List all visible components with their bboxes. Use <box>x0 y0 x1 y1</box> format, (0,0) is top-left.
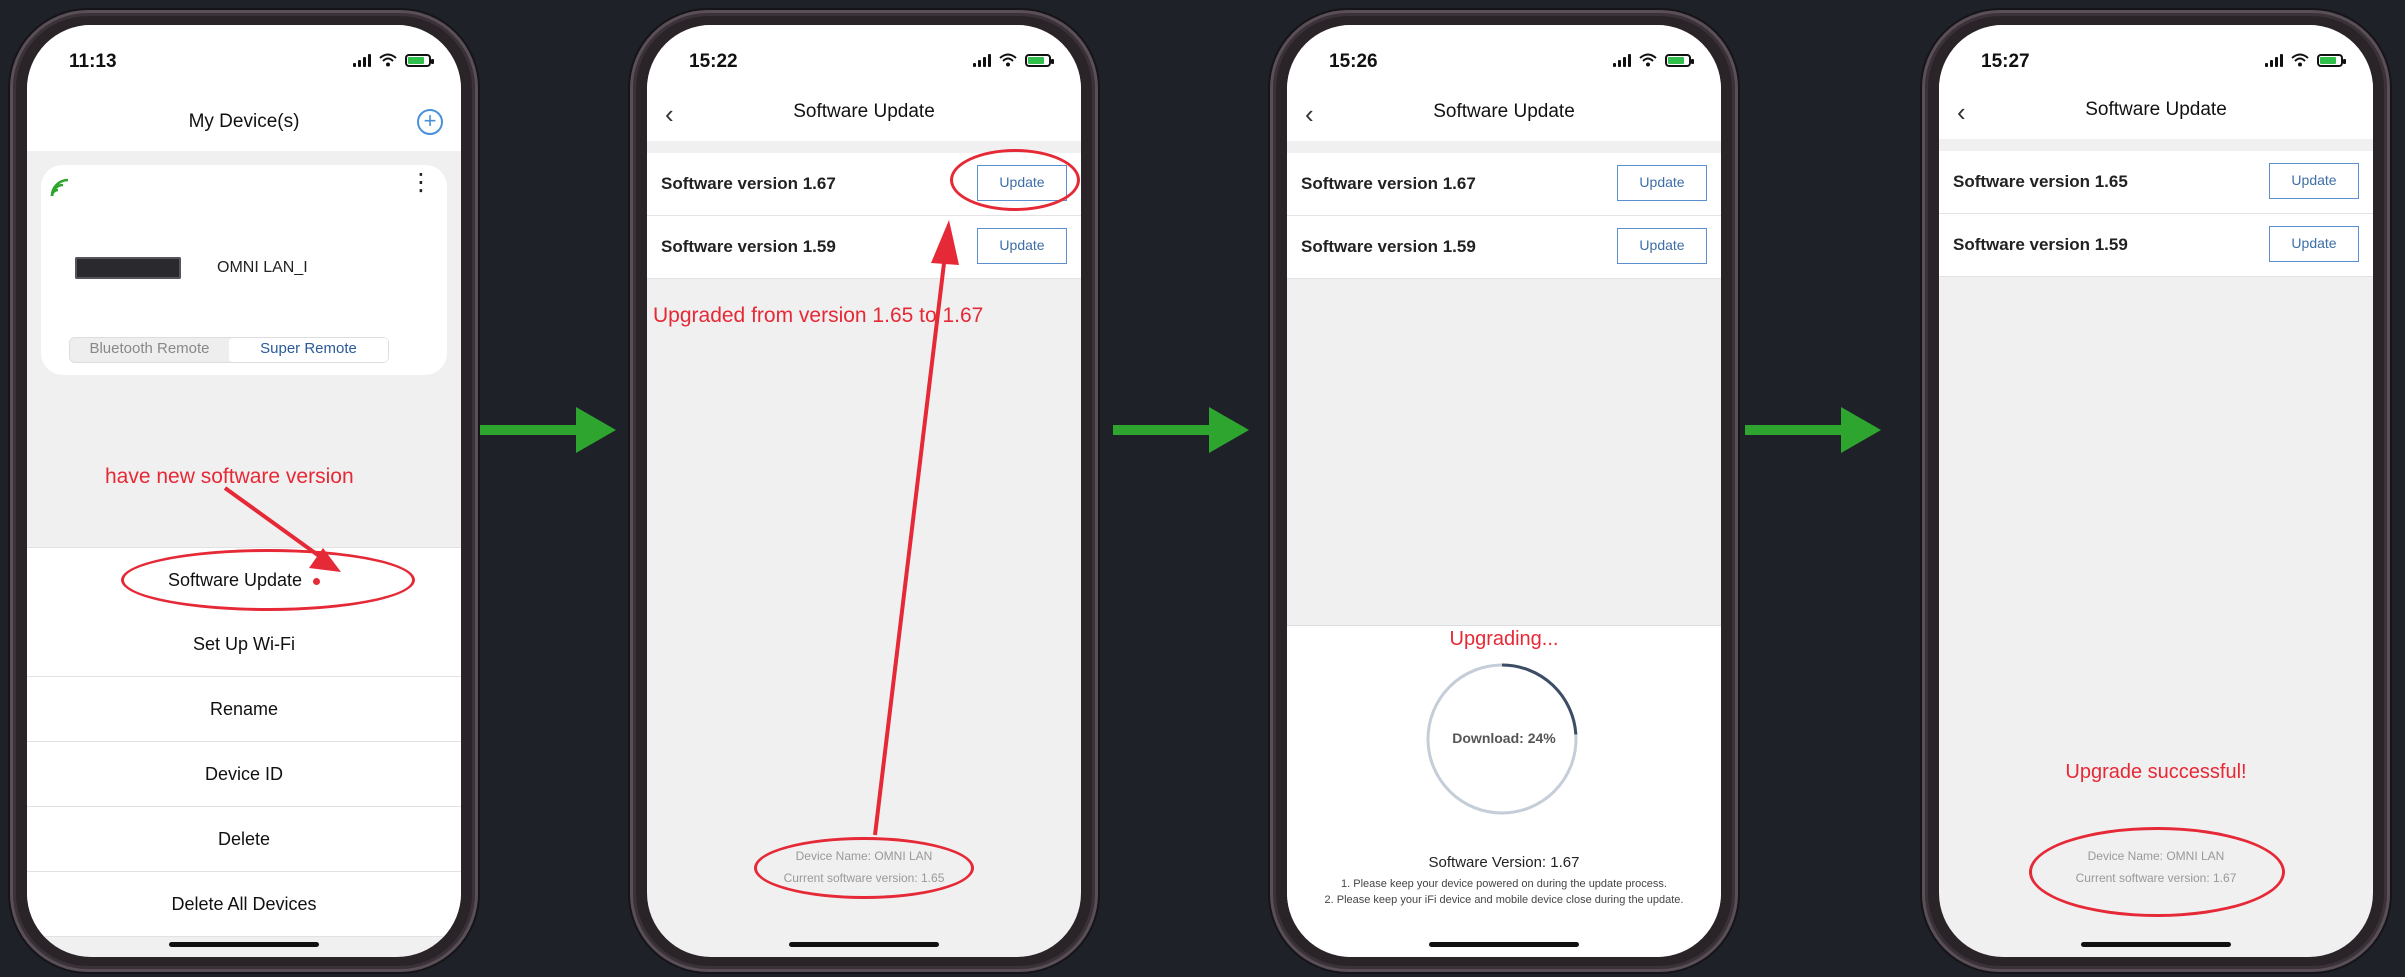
nav-bar: My Device(s) + <box>27 95 461 151</box>
status-icons <box>353 53 434 67</box>
battery-icon <box>1025 53 1054 67</box>
update-note-1: 1. Please keep your device powered on du… <box>1341 878 1667 890</box>
version-label: Software version 1.59 <box>1953 235 2128 254</box>
battery-icon <box>405 53 434 67</box>
more-options-icon[interactable]: ⋮ <box>409 171 433 195</box>
update-note-2: 2. Please keep your iFi device and mobil… <box>1324 894 1684 906</box>
version-label: Software version 1.59 <box>661 237 836 256</box>
screen-software-update-2: 15:26 ‹ Software Update Software version… <box>1287 25 1721 957</box>
page-title: Software Update <box>2085 99 2227 120</box>
highlight-ellipse <box>754 837 974 899</box>
nav-bar: ‹ Software Update <box>1939 83 2373 139</box>
update-button[interactable]: Update <box>1617 228 1707 264</box>
wifi-icon <box>1639 53 1657 67</box>
phone-frame-2: 15:22 ‹ Software Update Software version… <box>630 10 1098 972</box>
signal-icon <box>1613 53 1631 67</box>
phone-frame-1: 11:13 My Device(s) + ⋮ OMNI LAN_I Blueto… <box>10 10 478 972</box>
software-version-line: Software Version: 1.67 <box>1428 854 1580 871</box>
flow-arrow-3 <box>1745 407 1881 453</box>
nav-bar: ‹ Software Update <box>647 85 1081 141</box>
battery-icon <box>2317 53 2346 67</box>
page-title: My Device(s) <box>188 111 300 132</box>
status-icons <box>973 53 1054 67</box>
wireless-signal-icon <box>50 178 69 197</box>
wifi-icon <box>2291 53 2309 67</box>
version-label: Software version 1.59 <box>1301 237 1476 256</box>
flow-arrow-1 <box>480 407 616 453</box>
page-title: Software Update <box>793 101 935 122</box>
menu-device-id[interactable]: Device ID <box>27 742 461 807</box>
update-button[interactable]: Update <box>1617 165 1707 201</box>
update-button[interactable]: Update <box>2269 226 2359 262</box>
status-bar: 11:13 <box>27 25 461 95</box>
signal-icon <box>353 53 371 67</box>
menu-set-up-wifi[interactable]: Set Up Wi-Fi <box>27 612 461 677</box>
battery-icon <box>1665 53 1694 67</box>
remote-segment: Bluetooth Remote Super Remote <box>69 337 389 363</box>
version-row: Software version 1.67 Update <box>1287 153 1721 216</box>
menu-delete-all[interactable]: Delete All Devices <box>27 872 461 937</box>
upgrading-text: Upgrading... <box>1449 628 1559 650</box>
add-device-icon[interactable]: + <box>417 109 443 135</box>
download-percent: Download: 24% <box>1452 730 1556 746</box>
annotation-arrow <box>223 486 341 572</box>
status-icons <box>2265 53 2346 67</box>
device-image <box>75 257 181 279</box>
signal-icon <box>973 53 991 67</box>
version-label: Software version 1.67 <box>661 174 836 193</box>
wifi-icon <box>379 53 397 67</box>
status-time: 15:26 <box>1329 51 1378 72</box>
update-button[interactable]: Update <box>977 228 1067 264</box>
update-button[interactable]: Update <box>2269 163 2359 199</box>
device-name: OMNI LAN_I <box>217 259 308 276</box>
status-time: 15:27 <box>1981 51 2030 72</box>
flow-arrow-2 <box>1113 407 1249 453</box>
annotation-arrow <box>873 220 959 836</box>
screen-upgrade-success: 15:27 ‹ Software Update Software version… <box>1939 25 2373 957</box>
home-indicator <box>2081 942 2231 947</box>
device-card[interactable]: ⋮ OMNI LAN_I Bluetooth Remote Super Remo… <box>41 165 447 375</box>
version-row: Software version 1.59 Update <box>1939 214 2373 277</box>
highlight-ellipse <box>2029 827 2285 917</box>
upgrade-success-text: Upgrade successful! <box>2065 761 2247 783</box>
segment-super-remote[interactable]: Super Remote <box>229 338 388 362</box>
upgrade-panel: Upgrading... Download: 24% Software Vers… <box>1287 625 1721 957</box>
version-label: Software version 1.67 <box>1301 174 1476 193</box>
status-time: 11:13 <box>69 51 117 72</box>
version-label: Software version 1.65 <box>1953 172 2128 191</box>
menu-rename[interactable]: Rename <box>27 677 461 742</box>
signal-icon <box>2265 53 2283 67</box>
phone-frame-3: 15:26 ‹ Software Update Software version… <box>1270 10 1738 972</box>
version-row: Software version 1.59 Update <box>647 216 1081 279</box>
screen-my-devices: 11:13 My Device(s) + ⋮ OMNI LAN_I Blueto… <box>27 25 461 957</box>
phone-frame-4: 15:27 ‹ Software Update Software version… <box>1922 10 2390 972</box>
screen-software-update-1: 15:22 ‹ Software Update Software version… <box>647 25 1081 957</box>
wifi-icon <box>999 53 1017 67</box>
nav-bar: ‹ Software Update <box>1287 85 1721 141</box>
home-indicator <box>789 942 939 947</box>
status-time: 15:22 <box>689 51 738 72</box>
status-icons <box>1613 53 1694 67</box>
home-indicator <box>1429 942 1579 947</box>
menu-delete[interactable]: Delete <box>27 807 461 872</box>
version-row: Software version 1.65 Update <box>1939 151 2373 214</box>
version-row: Software version 1.59 Update <box>1287 216 1721 279</box>
home-indicator <box>169 942 319 947</box>
segment-bluetooth-remote[interactable]: Bluetooth Remote <box>70 338 229 362</box>
page-title: Software Update <box>1433 101 1575 122</box>
highlight-ellipse <box>950 149 1080 211</box>
